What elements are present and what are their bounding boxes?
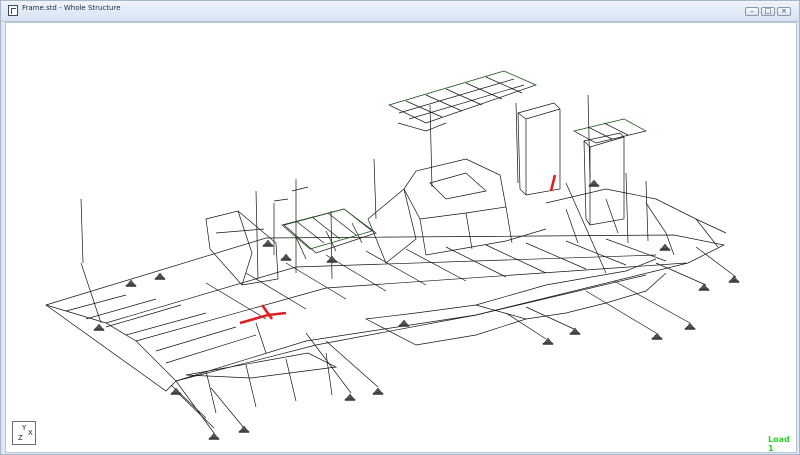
axis-y-label: Y: [22, 424, 27, 432]
maximize-button[interactable]: □: [761, 7, 775, 16]
support-node[interactable]: [280, 253, 292, 261]
support-node[interactable]: [569, 327, 581, 335]
title-bar[interactable]: Frame.std - Whole Structure – □ ×: [1, 1, 799, 22]
support-node[interactable]: [372, 387, 384, 395]
axis-triad: Y X Z: [12, 421, 36, 445]
support-node[interactable]: [93, 323, 105, 331]
close-button[interactable]: ×: [777, 7, 791, 16]
support-node[interactable]: [262, 239, 274, 247]
structure-doc-icon[interactable]: [8, 5, 18, 16]
support-node[interactable]: [154, 272, 166, 280]
minimize-button[interactable]: –: [745, 7, 759, 16]
support-node[interactable]: [698, 283, 710, 291]
support-node[interactable]: [238, 425, 250, 433]
vertical-posts: [80, 94, 649, 280]
support-node[interactable]: [659, 243, 671, 251]
axis-z-label: Z: [18, 434, 23, 442]
support-node[interactable]: [684, 322, 696, 330]
support-node[interactable]: [208, 432, 220, 440]
support-node[interactable]: [170, 387, 182, 395]
support-node[interactable]: [588, 179, 600, 187]
selected-members[interactable]: [239, 174, 557, 325]
guy-lines: [80, 182, 737, 434]
pinned-support-icon[interactable]: [93, 179, 740, 440]
support-node[interactable]: [651, 332, 663, 340]
support-node[interactable]: [542, 337, 554, 345]
support-node[interactable]: [326, 255, 338, 263]
support-node[interactable]: [398, 319, 410, 327]
axis-x-label: X: [28, 429, 33, 437]
support-node[interactable]: [344, 393, 356, 401]
support-node[interactable]: [728, 275, 740, 283]
support-node[interactable]: [125, 279, 137, 287]
window-title: Frame.std - Whole Structure: [22, 4, 121, 12]
structure-wireframe[interactable]: [6, 23, 796, 452]
upper-platforms: [281, 70, 647, 250]
load-case-label: Load 1: [768, 435, 790, 453]
application-window: Frame.std - Whole Structure – □ × Y X Z …: [0, 0, 800, 455]
model-viewport[interactable]: Y X Z Load 1: [5, 22, 797, 453]
main-deck: [45, 234, 726, 429]
